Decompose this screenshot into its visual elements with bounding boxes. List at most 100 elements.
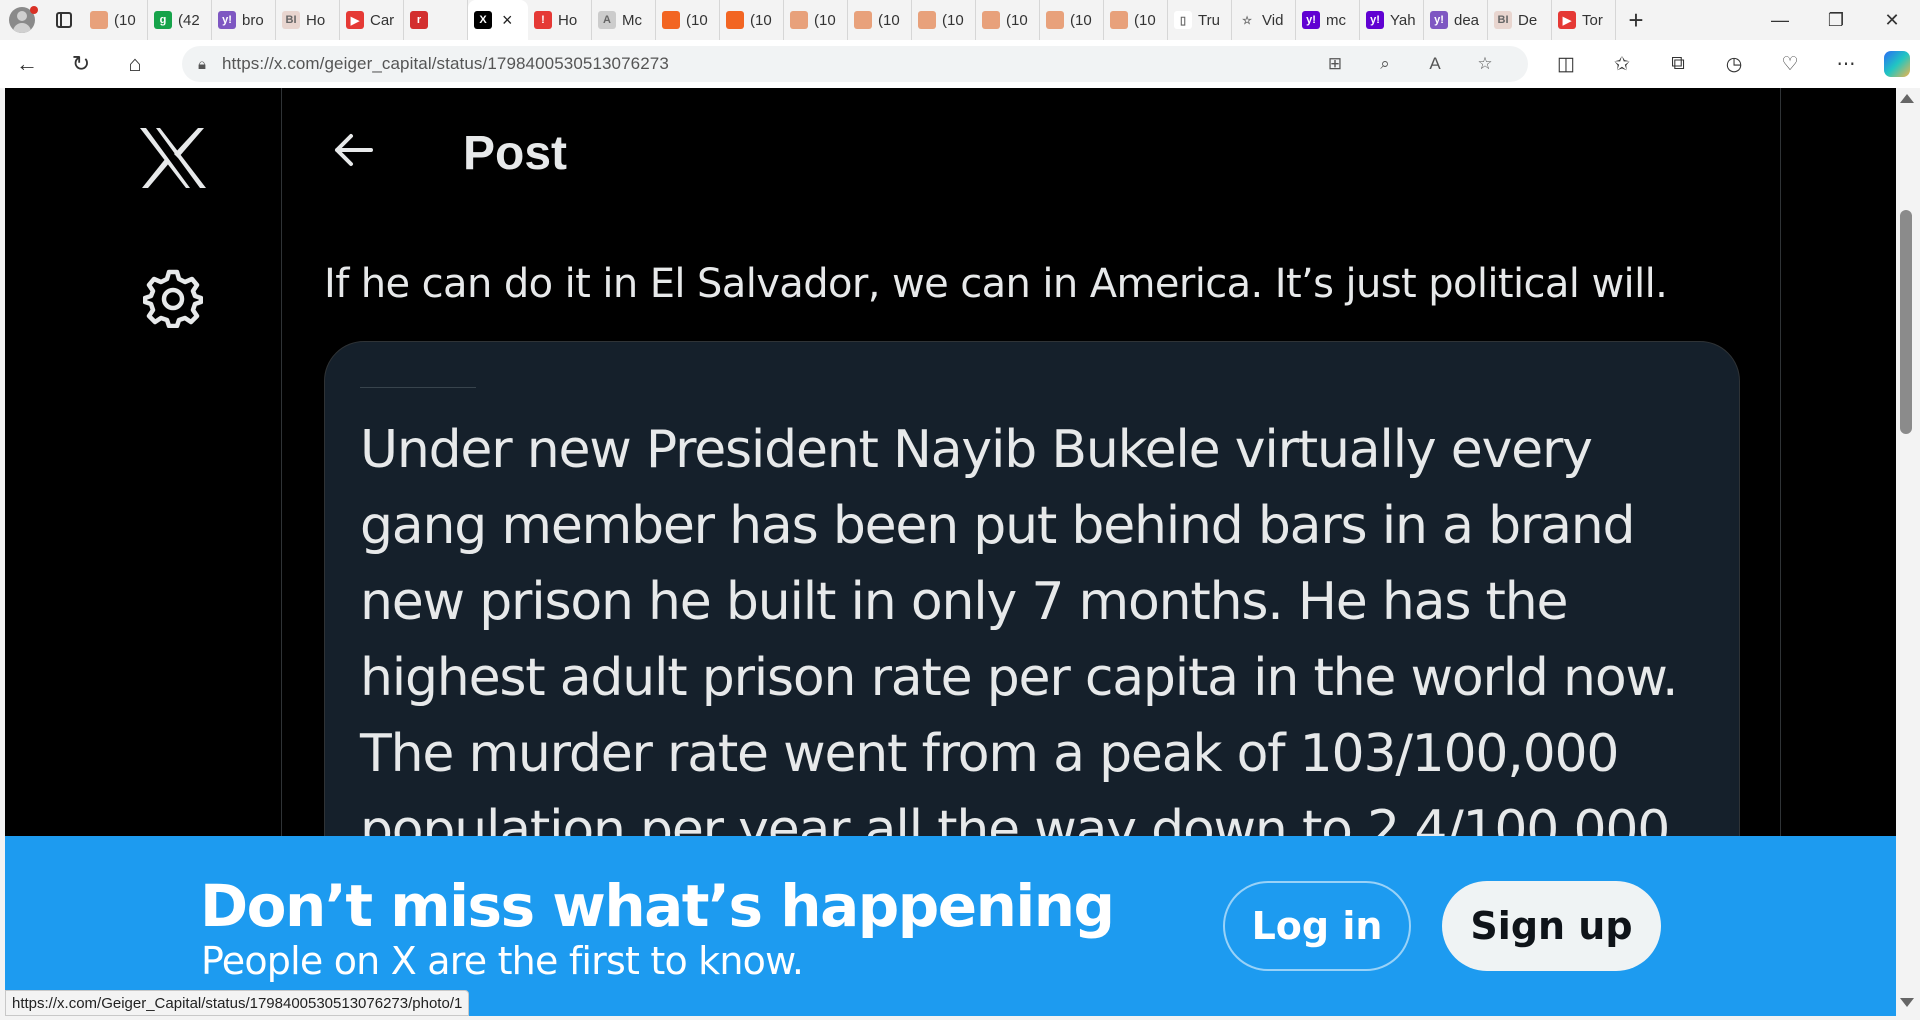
tab-label: (10 [1006,11,1028,29]
browser-toolbar: ← ↻ ⌂ 🔒︎ https://x.com/geiger_capital/st… [0,40,1920,88]
browser-tab[interactable]: y! mc [1296,0,1360,40]
signup-button[interactable]: Sign up [1442,881,1661,971]
lock-icon[interactable]: 🔒︎ [182,56,222,73]
tab-favicon-icon: r [410,11,428,29]
tab-favicon-icon: y! [1366,11,1384,29]
tab-label: (10 [686,11,708,29]
browser-tab[interactable]: ☆ Vid [1232,0,1296,40]
tab-favicon-icon: ▯ [1174,11,1192,29]
tab-label: Vid [1262,11,1284,29]
tab-favicon-icon: A [598,11,616,29]
split-screen-icon[interactable]: ◫ [1538,53,1594,76]
tab-label: (10 [942,11,964,29]
scroll-thumb[interactable] [1900,210,1912,434]
minimize-button[interactable]: — [1752,0,1808,40]
address-bar[interactable]: 🔒︎ https://x.com/geiger_capital/status/1… [182,46,1528,82]
tab-label: bro [242,11,264,29]
tab-label: (10 [114,11,136,29]
tab-label: Tor [1582,11,1603,29]
back-button[interactable]: ← [0,40,54,88]
tab-favicon-icon [662,11,680,29]
browser-tab[interactable]: (10 [976,0,1040,40]
tab-label: Car [370,11,395,29]
settings-gear-icon[interactable] [143,268,203,328]
scroll-up-icon[interactable] [1900,94,1914,103]
read-aloud-icon[interactable]: A [1410,54,1460,74]
window-controls: — ❐ ✕ [1752,0,1920,40]
restore-button[interactable]: ❐ [1808,0,1864,40]
browser-tab[interactable]: (10 [656,0,720,40]
refresh-button[interactable]: ↻ [54,40,108,88]
tab-strip: (10 g (42 y! bro BI Ho ▶ Car r X ×! Ho A Mc (10 (10 (10 (1… [84,0,1616,40]
url-text[interactable]: https://x.com/geiger_capital/status/1798… [222,54,669,74]
browser-essentials-icon[interactable]: ♡ [1762,53,1818,76]
card-divider [360,387,476,388]
tab-label: (42 [178,11,200,29]
tab-favicon-icon: ! [534,11,552,29]
tab-favicon-icon [918,11,936,29]
post-text: If he can do it in El Salvador, we can i… [324,261,1668,307]
browser-tab[interactable]: y! bro [212,0,276,40]
browser-tab[interactable]: r [404,0,468,40]
tab-favicon-icon: y! [1430,11,1448,29]
tab-favicon-icon: BI [282,11,300,29]
collections-icon[interactable]: ⧉ [1650,53,1706,75]
tab-label: Tru [1198,11,1220,29]
favorites-icon[interactable]: ✩ [1594,53,1650,76]
browser-tab[interactable]: A Mc [592,0,656,40]
tab-label: Mc [622,11,642,29]
home-button[interactable]: ⌂ [108,40,162,88]
tab-label: (10 [1070,11,1092,29]
zoom-icon[interactable]: ⌕ [1360,54,1410,74]
browser-tab[interactable]: (10 [912,0,976,40]
browser-tab[interactable]: (10 [1104,0,1168,40]
browser-tab[interactable]: ▶ Tor [1552,0,1616,40]
banner-headline: Don’t miss what’s happening [200,872,1115,940]
tab-label: (10 [750,11,772,29]
profile-avatar[interactable] [0,0,44,40]
browser-tab[interactable]: BI De [1488,0,1552,40]
tab-favicon-icon: ▶ [1558,11,1576,29]
browser-tab[interactable]: (10 [848,0,912,40]
favorite-star-icon[interactable]: ☆ [1460,54,1510,74]
tab-favicon-icon: g [154,11,172,29]
browser-tab[interactable]: (10 [784,0,848,40]
post-header: Post [283,88,1779,218]
history-icon[interactable]: ◷ [1706,53,1762,76]
tab-label: De [1518,11,1538,29]
browser-tab[interactable]: X × [468,0,528,40]
browser-tab[interactable]: ▶ Car [340,0,404,40]
notification-dot [30,6,38,14]
tab-actions-icon [56,12,72,28]
login-button[interactable]: Log in [1223,881,1411,971]
new-tab-button[interactable]: + [1616,0,1656,40]
tab-favicon-icon [982,11,1000,29]
browser-tab[interactable]: y! dea [1424,0,1488,40]
tab-favicon-icon [90,11,108,29]
copilot-icon[interactable] [1884,51,1910,77]
browser-tab[interactable]: g (42 [148,0,212,40]
tab-actions-button[interactable] [44,0,84,40]
browser-tab[interactable]: ▯ Tru [1168,0,1232,40]
tab-favicon-icon: ☆ [1238,11,1256,29]
banner-subtext: People on X are the first to know. [201,939,804,983]
app-available-icon[interactable]: ⊞ [1310,54,1360,74]
x-logo-icon[interactable] [138,126,208,190]
browser-tab[interactable]: (10 [84,0,148,40]
tab-favicon-icon [790,11,808,29]
browser-tab[interactable]: y! Yah [1360,0,1424,40]
close-window-button[interactable]: ✕ [1864,0,1920,40]
tab-favicon-icon: X [474,11,492,29]
back-arrow-icon[interactable] [331,128,375,172]
tab-label: mc [1326,11,1346,29]
browser-tab[interactable]: (10 [720,0,784,40]
more-menu-icon[interactable]: ⋯ [1818,53,1874,76]
close-tab-icon[interactable]: × [502,10,513,31]
tab-label: (10 [1134,11,1156,29]
browser-tab[interactable]: BI Ho [276,0,340,40]
scroll-down-icon[interactable] [1900,998,1914,1007]
browser-tab[interactable]: (10 [1040,0,1104,40]
tab-label: (10 [814,11,836,29]
tab-favicon-icon: ▶ [346,11,364,29]
browser-tab[interactable]: ! Ho [528,0,592,40]
